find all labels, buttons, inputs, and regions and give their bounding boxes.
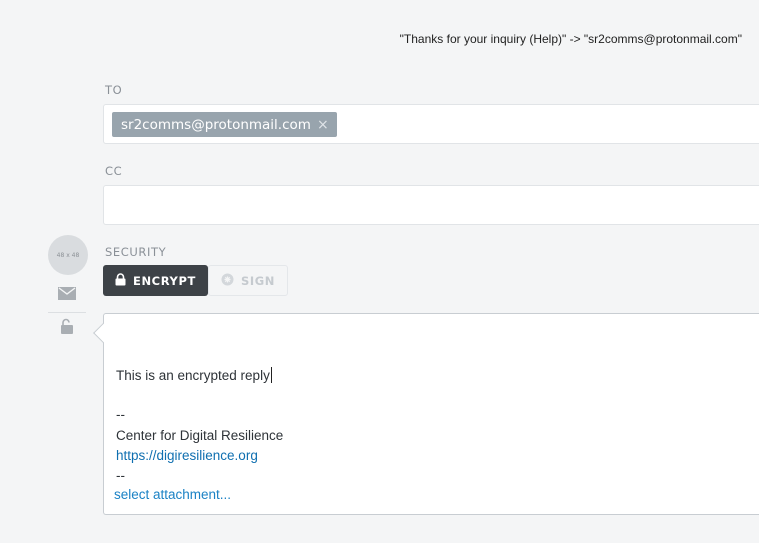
security-label: SECURITY [105,245,167,259]
signature-org-link[interactable]: https://digiresilience.org [116,448,258,463]
message-text[interactable]: This is an encrypted reply [116,367,272,383]
signature-org-name: Center for Digital Resilience [116,428,284,443]
message-editor[interactable]: This is an encrypted reply -- Center for… [93,313,759,515]
cc-label: CC [105,164,123,178]
recipient-email: sr2comms@protonmail.com [121,116,311,133]
avatar: 48 x 48 [48,235,88,275]
mail-icon[interactable] [58,285,76,304]
signature-separator-top: -- [116,407,125,422]
remove-recipient-icon[interactable]: × [317,117,329,133]
sign-label: SIGN [241,273,276,288]
encrypt-button[interactable]: ENCRYPT [103,265,208,296]
side-divider [48,312,86,313]
encrypt-label: ENCRYPT [133,273,196,288]
signature-icon [221,273,234,289]
cc-field[interactable] [103,185,759,225]
recipient-token[interactable]: sr2comms@protonmail.com × [112,112,337,137]
lock-icon [115,272,126,289]
unlock-icon[interactable] [58,318,75,339]
editor-pointer [93,323,113,343]
to-field[interactable]: sr2comms@protonmail.com × [103,104,759,144]
subject-line: "Thanks for your inquiry (Help)" -> "sr2… [399,32,742,46]
sign-button[interactable]: SIGN [208,265,289,296]
signature-separator-bottom: -- [116,468,125,483]
to-label: TO [105,83,123,97]
select-attachment-link[interactable]: select attachment... [114,487,231,502]
